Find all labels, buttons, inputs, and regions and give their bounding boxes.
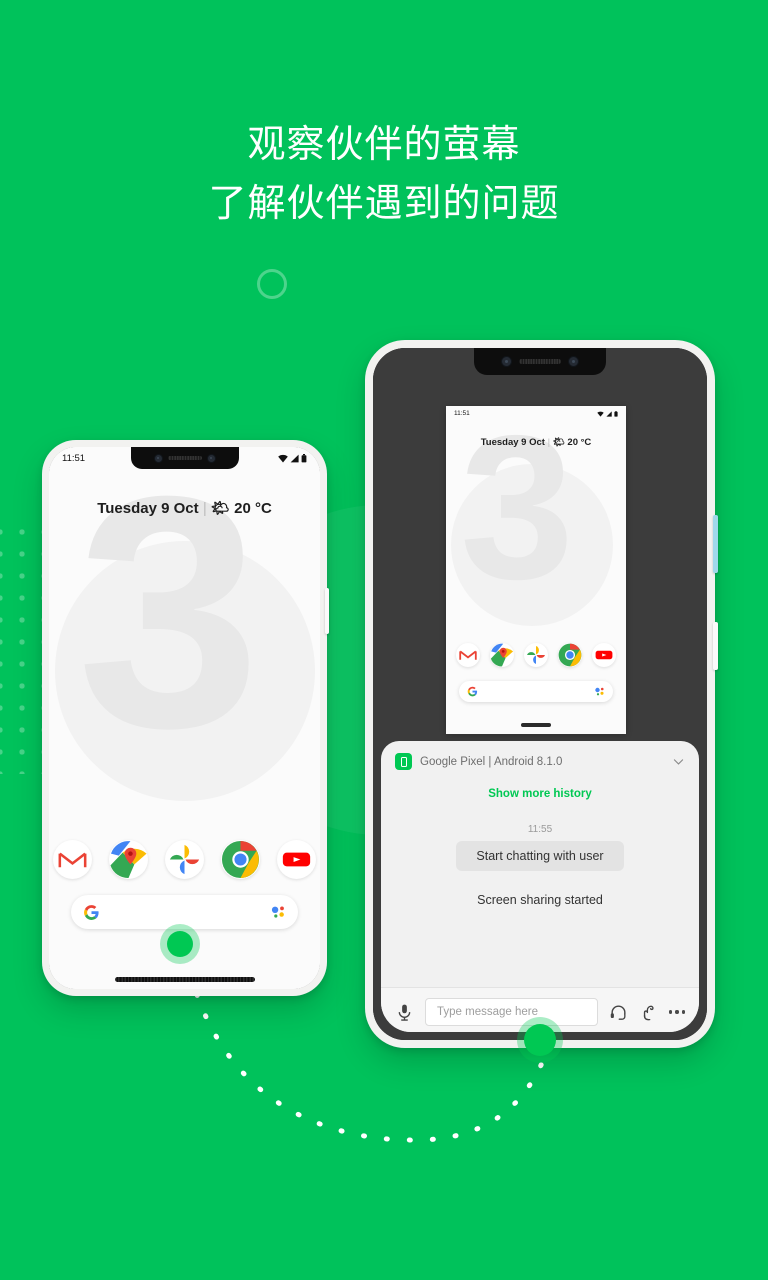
phone-screen: 3 11:51 [49,447,320,989]
show-more-history-link[interactable]: Show more history [488,788,592,800]
battery-icon [614,410,618,417]
signal-icon [290,454,299,462]
app-icon-maps[interactable] [109,840,148,879]
app-icon-youtube[interactable] [592,643,616,667]
home-indicator[interactable] [167,931,193,957]
microphone-icon[interactable] [395,1003,414,1022]
user-phone: 3 11:51 Tuesday 9 Oct | 🌤 20 °C [42,440,329,996]
front-camera-2-icon [568,356,579,367]
google-search-bar[interactable] [71,895,298,929]
notch [130,447,239,469]
battery-icon [301,453,307,462]
google-assistant-icon[interactable] [594,687,605,696]
weather-separator: | [547,437,551,448]
earpiece-speaker [519,359,561,364]
app-dock [49,840,320,879]
phone-screen: 3 11:51 [373,348,707,1040]
status-time: 11:51 [62,452,86,464]
weather-date: Tuesday 9 Oct [480,437,545,448]
bottom-speaker-grille [114,977,255,982]
phone-bezel: 3 11:51 [49,447,320,989]
status-bar: 11:51 [446,406,626,421]
weather-temperature: 20 °C [567,437,592,448]
wifi-icon [278,454,288,462]
wallpaper-numeral: 3 [77,447,261,796]
earpiece-speaker [167,456,202,460]
wallpaper-numeral: 3 [460,406,575,622]
app-icon-youtube[interactable] [277,840,316,879]
message-input-placeholder: Type message here [437,1006,539,1018]
hand-pointer-icon[interactable] [639,1003,658,1022]
signal-icon [606,410,612,417]
chat-header: Google Pixel | Android 8.1.0 [381,741,699,776]
message-timestamp: 11:55 [527,824,553,835]
app-icon-chrome[interactable] [558,643,582,667]
ring-decoration [257,269,287,299]
app-icon-maps[interactable] [490,643,514,667]
notch [474,348,606,375]
home-indicator[interactable] [524,1024,556,1056]
front-camera-2-icon [206,453,216,463]
wifi-icon [597,411,604,417]
sun-icon: 🌤 [210,500,230,517]
chat-body: Show more history 11:55 Start chatting w… [381,776,699,987]
page-title: 观察伙伴的萤幕 了解伙伴遇到的问题 [0,116,768,234]
app-icon-chrome[interactable] [221,840,260,879]
sun-icon: 🌤 [552,437,565,448]
app-icon-gmail[interactable] [53,840,92,879]
more-options-icon[interactable] [668,1010,685,1014]
message-input[interactable]: Type message here [425,998,598,1026]
app-icon-photos[interactable] [524,643,548,667]
power-button[interactable] [713,515,718,573]
front-camera-icon [153,453,163,463]
message-status: Screen sharing started [477,893,603,907]
agent-phone: 3 11:51 Tuesday 9 Oct | 🌤 20 °C Google P… [365,340,718,1056]
gesture-nav-pill[interactable] [521,723,551,727]
weather-date: Tuesday 9 Oct [97,500,199,517]
google-g-logo [467,686,478,697]
chat-panel: Google Pixel | Android 8.1.0 Show more h… [381,741,699,1032]
app-icon-photos[interactable] [165,840,204,879]
shared-screen-view: 3 11:51 Tuesday 9 Oct | 🌤 20 °C [446,406,626,734]
heading-line-1: 观察伙伴的萤幕 [247,124,521,166]
device-title: Google Pixel | Android 8.1.0 [420,755,563,768]
headset-icon[interactable] [609,1003,628,1022]
message-bubble[interactable]: Start chatting with user [456,841,624,871]
front-camera-icon [501,356,512,367]
volume-button[interactable] [713,622,718,670]
google-g-logo [84,904,99,920]
app-dock [446,643,626,667]
weather-temperature: 20 °C [234,500,272,517]
heading-line-2: 了解伙伴遇到的问题 [208,182,560,225]
device-icon [395,753,412,770]
google-search-bar[interactable] [459,681,613,702]
weather-widget: Tuesday 9 Oct | 🌤 20 °C [49,499,320,517]
chevron-down-icon[interactable] [672,755,685,768]
app-icon-gmail[interactable] [456,643,480,667]
google-assistant-icon[interactable] [270,905,286,919]
weather-widget: Tuesday 9 Oct | 🌤 20 °C [446,437,626,448]
status-time: 11:51 [454,410,470,417]
phone-bezel: 3 11:51 [373,348,707,1040]
weather-separator: | [202,500,207,517]
side-button[interactable] [325,588,329,634]
